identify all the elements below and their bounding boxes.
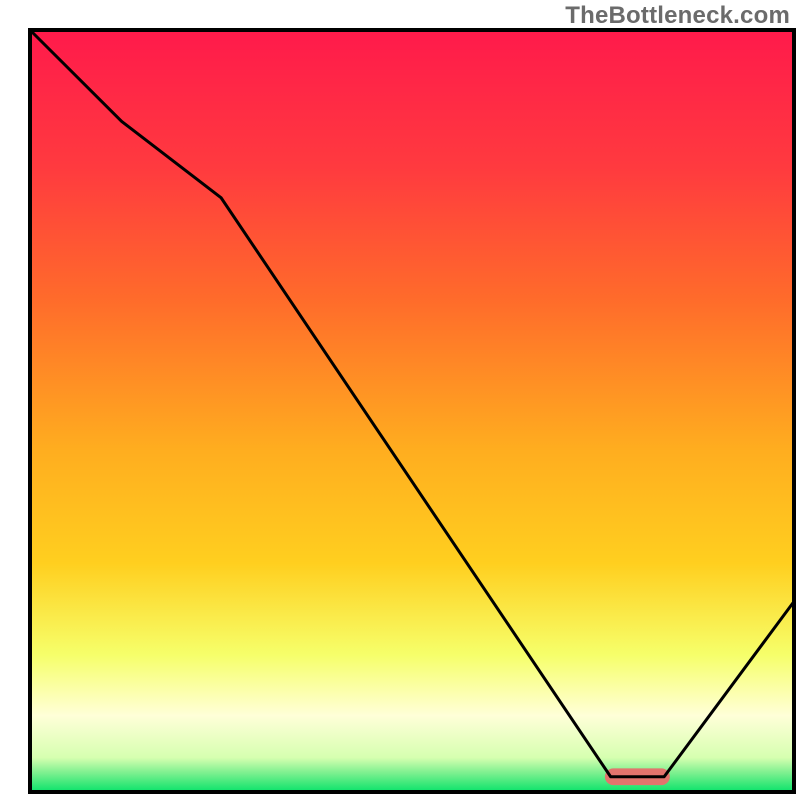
chart-frame: TheBottleneck.com	[0, 0, 800, 800]
watermark-text: TheBottleneck.com	[565, 2, 790, 30]
chart-background	[30, 30, 794, 792]
bottleneck-chart	[0, 0, 800, 800]
